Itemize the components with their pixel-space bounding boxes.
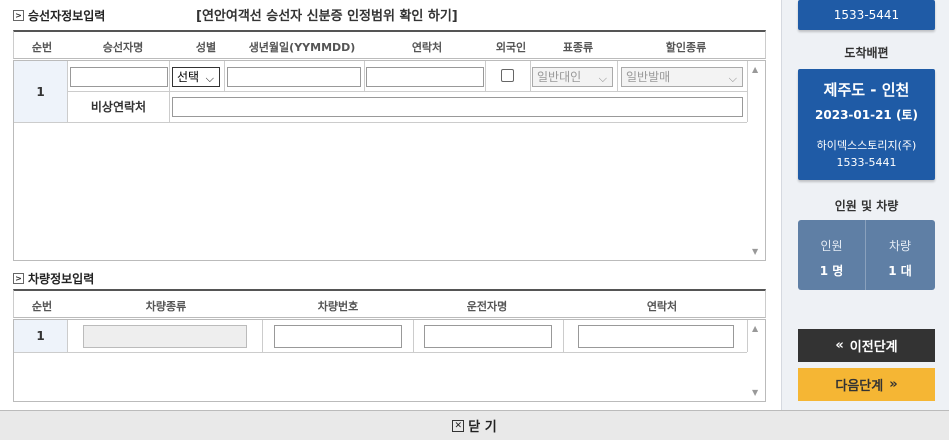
col-header: 순번 [31,300,53,313]
scroll-down-icon[interactable]: ▼ [752,247,758,256]
arrival-company: 하이덱스스토리지(주) [816,139,917,152]
vehicle-number-input[interactable] [274,325,402,348]
passenger-title-text: 승선자정보입력 [28,9,106,23]
row-number: 1 [14,61,68,122]
scroll-up-icon[interactable]: ▲ [752,65,758,74]
people-vehicle-summary: 인원 1 명 차량 1 대 [798,220,935,290]
passenger-table-header: 순번 승선자명 성별 생년월일(YYMMDD) 연락처 외국인 표종류 할인종류 [13,30,766,59]
vehicles-label: 차량 [888,239,912,253]
col-header: 외국인 [495,41,527,54]
prev-step-button[interactable]: « 이전단계 [798,329,935,362]
passenger-table-body: 1 선택 ⌵ 일반대인 ⌵ 일반발매 ⌵ 비상연락처 ▲ ▼ [13,60,766,261]
passenger-scrollbar[interactable]: ▲ ▼ [748,61,765,260]
vehicle-table-header: 순번 차량종류 차량번호 운전자명 연락처 [13,289,766,318]
row-divider [14,122,747,123]
arrival-phone: 1533-5441 [836,156,897,169]
col-header: 할인종류 [665,41,707,54]
col-header: 차량종류 [145,300,187,313]
persons-label: 인원 [820,239,843,253]
passenger-section-title: > 승선자정보입력 [13,7,105,24]
arrival-date: 2023-01-21 (토) [815,108,918,122]
col-header: 연락처 [411,41,443,54]
departure-phone: 1533-5441 [833,8,900,22]
double-left-icon: « [835,338,844,353]
col-header: 운전자명 [466,300,508,313]
people-label: 인원 및 차량 [834,199,899,213]
reservation-sidebar: 1533-5441 도착배편 제주도 - 인천 2023-01-21 (토) 하… [781,0,949,410]
col-header: 순번 [31,41,53,54]
bullet-icon: > [13,273,24,284]
phone-input[interactable] [366,67,484,87]
departure-card: 1533-5441 [798,0,935,30]
chevron-down-icon: ⌵ [598,72,607,85]
col-header: 연락처 [646,300,678,313]
col-header: 성별 [195,41,217,54]
passenger-name-input[interactable] [70,67,168,87]
bullet-icon: > [13,10,24,21]
gender-select[interactable]: 선택 ⌵ [172,67,220,87]
foreigner-checkbox[interactable] [501,69,514,82]
next-step-label: 다음단계 [835,379,884,394]
col-header: 생년월일(YYMMDD) [248,41,356,54]
scroll-down-icon[interactable]: ▼ [752,388,758,397]
vehicle-type-input[interactable] [83,325,247,348]
vehicle-phone-input[interactable] [578,325,734,348]
row-divider [14,352,747,353]
persons-value: 1 명 [819,264,844,278]
vehicles-summary: 차량 1 대 [866,220,934,290]
vehicle-table-body: 1 ▲ ▼ [13,319,766,402]
col-header: 승선자명 [102,41,144,54]
discount-type-select[interactable]: 일반발매 ⌵ [621,67,743,87]
col-divider [530,61,531,91]
col-header: 차량번호 [317,300,359,313]
driver-name-input[interactable] [424,325,552,348]
birthdate-input[interactable] [227,67,361,87]
vehicles-value: 1 대 [888,264,912,278]
vehicle-title-text: 차량정보입력 [28,272,95,286]
col-header: 표종류 [562,41,594,54]
col-divider [262,320,263,352]
scroll-up-icon[interactable]: ▲ [752,324,758,333]
emergency-contact-input[interactable] [172,97,743,117]
col-divider [224,61,225,91]
double-right-icon: » [889,377,898,392]
col-divider [169,61,170,122]
persons-summary: 인원 1 명 [798,220,866,290]
col-divider [364,61,365,91]
chevron-down-icon: ⌵ [728,72,737,85]
next-step-button[interactable]: 다음단계 » [798,368,935,401]
discount-type-value: 일반발매 [626,70,671,84]
arrival-route: 제주도 - 인천 [823,81,910,99]
vehicle-scrollbar[interactable]: ▲ ▼ [748,320,765,401]
col-divider [413,320,414,352]
col-divider [563,320,564,352]
close-bar[interactable]: ✕ 닫 기 [0,410,949,440]
prev-step-label: 이전단계 [849,340,898,355]
col-divider [617,61,618,91]
vehicle-section-title: > 차량정보입력 [13,270,94,287]
col-divider [485,61,486,91]
gender-value: 선택 [177,70,200,84]
close-label[interactable]: 닫 기 [468,416,496,435]
arrival-label: 도착배편 [844,46,889,60]
ticket-type-value: 일반대인 [537,70,582,84]
chevron-down-icon: ⌵ [205,72,214,85]
row-number: 1 [14,320,68,352]
close-icon[interactable]: ✕ [452,419,465,432]
reservation-page: > 승선자정보입력 [연안여객선 승선자 신분증 인정범위 확인 하기] 순번 … [0,0,949,440]
emergency-contact-label: 비상연락처 [90,100,147,114]
ticket-type-select[interactable]: 일반대인 ⌵ [532,67,613,87]
arrival-card: 제주도 - 인천 2023-01-21 (토) 하이덱스스토리지(주) 1533… [798,69,935,180]
id-scope-link[interactable]: [연안여객선 승선자 신분증 인정범위 확인 하기] [196,5,458,24]
